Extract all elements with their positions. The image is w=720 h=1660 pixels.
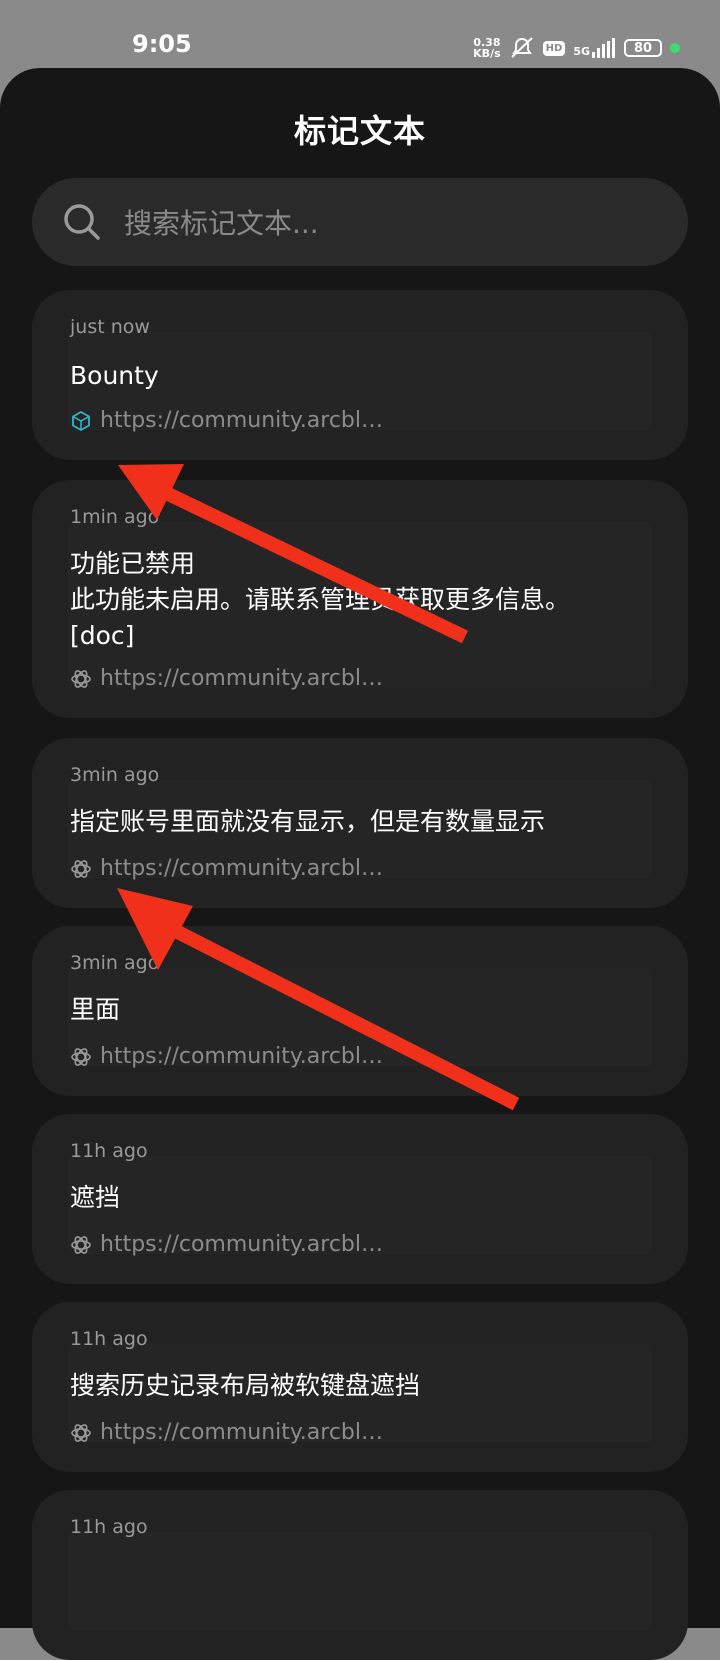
marked-text-sheet: 标记文本 just now Bounty https://community.a…	[0, 68, 720, 1660]
card-link-text: https://community.arcbl…	[100, 408, 383, 433]
signal-icon: 5G	[573, 38, 616, 58]
card-content-area	[68, 1532, 652, 1630]
mute-bell-icon	[510, 37, 533, 58]
marked-text-card[interactable]: 11h ago 搜索历史记录布局被软键盘遮挡 https://community…	[32, 1302, 688, 1472]
status-icons: 0.38 KB/s HD 5G 80	[473, 34, 680, 62]
atom-icon	[71, 669, 91, 688]
hd-badge: HD	[542, 40, 566, 56]
card-time: 11h ago	[70, 1328, 148, 1350]
card-link-text: https://community.arcbl…	[100, 666, 383, 691]
search-bar[interactable]	[32, 178, 688, 268]
atom-icon	[71, 1047, 91, 1066]
atom-icon	[71, 1423, 91, 1442]
card-source-link[interactable]: https://community.arcbl…	[70, 1044, 383, 1069]
status-time: 9:05	[132, 30, 192, 58]
cube-icon	[72, 410, 90, 431]
card-source-link[interactable]: https://community.arcbl…	[70, 408, 383, 433]
card-time: just now	[70, 316, 150, 338]
status-bar: 9:05 0.38 KB/s HD 5G 80	[0, 0, 720, 68]
network-speed: 0.38 KB/s	[473, 36, 501, 60]
marked-text-card[interactable]: 11h ago	[32, 1490, 688, 1660]
card-source-link[interactable]: https://community.arcbl…	[70, 856, 383, 881]
card-link-text: https://community.arcbl…	[100, 856, 383, 881]
card-text: 功能已禁用 此功能未启用。请联系管理员获取更多信息。 [doc]	[70, 549, 571, 650]
marked-text-card[interactable]: just now Bounty https://community.arcbl…	[32, 290, 688, 460]
card-time: 1min ago	[70, 506, 160, 528]
marked-text-card[interactable]: 11h ago 遮挡 https://community.arcbl…	[32, 1114, 688, 1284]
search-icon	[64, 204, 100, 240]
card-time: 11h ago	[70, 1516, 148, 1538]
card-source-link[interactable]: https://community.arcbl…	[70, 1232, 383, 1257]
card-link-text: https://community.arcbl…	[100, 1044, 383, 1069]
privacy-indicator-dot	[670, 43, 680, 53]
card-link-text: https://community.arcbl…	[100, 1232, 383, 1257]
card-text: 遮挡	[70, 1183, 121, 1212]
card-text: 指定账号里面就没有显示，但是有数量显示	[70, 807, 546, 836]
battery-icon: 80	[624, 39, 662, 57]
card-time: 3min ago	[70, 952, 160, 974]
marked-text-card[interactable]: 1min ago 功能已禁用 此功能未启用。请联系管理员获取更多信息。 [doc…	[32, 480, 688, 718]
card-text: 搜索历史记录布局被软键盘遮挡	[70, 1371, 421, 1400]
card-source-link[interactable]: https://community.arcbl…	[70, 666, 383, 691]
atom-icon	[71, 859, 91, 878]
card-source-link[interactable]: https://community.arcbl…	[70, 1420, 383, 1445]
card-text: 里面	[70, 995, 121, 1024]
card-text: Bounty	[70, 361, 159, 390]
marked-text-card[interactable]: 3min ago 里面 https://community.arcbl…	[32, 926, 688, 1096]
marked-text-card[interactable]: 3min ago 指定账号里面就没有显示，但是有数量显示 https://com…	[32, 738, 688, 908]
atom-icon	[71, 1235, 91, 1254]
card-link-text: https://community.arcbl…	[100, 1420, 383, 1445]
card-time: 3min ago	[70, 764, 160, 786]
page-title: 标记文本	[293, 112, 426, 150]
card-time: 11h ago	[70, 1140, 148, 1162]
search-input[interactable]	[122, 178, 666, 268]
